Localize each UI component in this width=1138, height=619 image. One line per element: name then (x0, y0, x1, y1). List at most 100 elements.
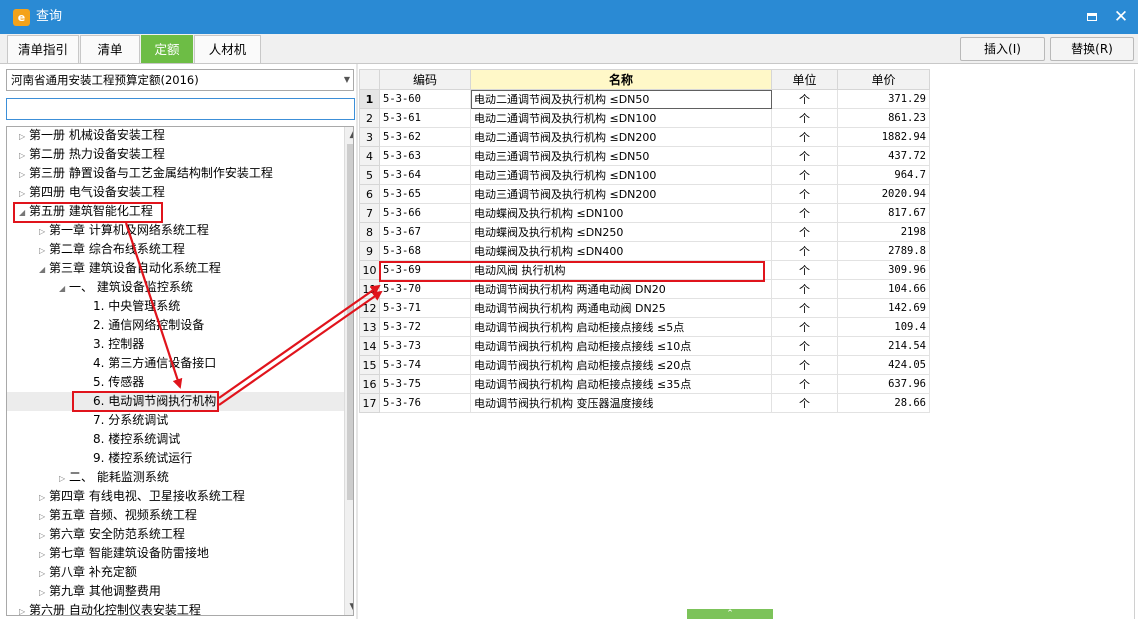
cell-code[interactable]: 5-3-76 (379, 393, 471, 413)
tree-node[interactable]: ▷ 第五章 音频、视频系统工程 (7, 506, 344, 525)
expand-triangle-icon[interactable]: ▷ (19, 127, 29, 146)
cell-name[interactable]: 电动调节阀执行机构 启动柜接点接线 ≤10点 (470, 336, 772, 356)
collapse-triangle-icon[interactable]: ◢ (59, 279, 69, 298)
table-row[interactable]: 6 5-3-65 电动三通调节阀及执行机构 ≤DN200 个 2020.94 (359, 184, 930, 204)
cell-price[interactable]: 214.54 (837, 336, 930, 356)
row-number[interactable]: 16 (359, 374, 380, 394)
cell-name[interactable]: 电动蝶阀及执行机构 ≤DN250 (470, 222, 772, 242)
row-number[interactable]: 13 (359, 317, 380, 337)
cell-code[interactable]: 5-3-62 (379, 127, 471, 147)
tab-quota[interactable]: 定额 (141, 35, 193, 63)
scroll-thumb[interactable] (347, 144, 353, 500)
cell-name[interactable]: 电动调节阀执行机构 两通电动阀 DN20 (470, 279, 772, 299)
tree-node[interactable]: ▷ 第一章 计算机及网络系统工程 (7, 221, 344, 240)
cell-name[interactable]: 电动二通调节阀及执行机构 ≤DN50 (470, 89, 772, 109)
tree-node[interactable]: ◢ 第五册 建筑智能化工程 (7, 202, 344, 221)
scroll-up-icon[interactable]: ▲ (345, 127, 353, 143)
cell-price[interactable]: 2198 (837, 222, 930, 242)
cell-code[interactable]: 5-3-73 (379, 336, 471, 356)
tree-node[interactable]: ▷ 第四册 电气设备安装工程 (7, 183, 344, 202)
cell-name[interactable]: 电动调节阀执行机构 变压器温度接线 (470, 393, 772, 413)
tree-node[interactable]: ▷ 第八章 补充定额 (7, 563, 344, 582)
cell-name[interactable]: 电动风阀 执行机构 (470, 260, 772, 280)
cell-unit[interactable]: 个 (771, 146, 838, 166)
cell-price[interactable]: 309.96 (837, 260, 930, 280)
insert-button[interactable]: 插入(I) (960, 37, 1045, 61)
tree-node[interactable]: ▷ 第四章 有线电视、卫星接收系统工程 (7, 487, 344, 506)
cell-unit[interactable]: 个 (771, 108, 838, 128)
cell-name[interactable]: 电动调节阀执行机构 启动柜接点接线 ≤5点 (470, 317, 772, 337)
cell-code[interactable]: 5-3-61 (379, 108, 471, 128)
tree-node[interactable]: ▷ 第六章 安全防范系统工程 (7, 525, 344, 544)
cell-name[interactable]: 电动调节阀执行机构 启动柜接点接线 ≤20点 (470, 355, 772, 375)
row-number[interactable]: 7 (359, 203, 380, 223)
collapse-triangle-icon[interactable]: ◢ (39, 260, 49, 279)
table-row[interactable]: 8 5-3-67 电动蝶阀及执行机构 ≤DN250 个 2198 (359, 222, 930, 242)
tree-node[interactable]: 4. 第三方通信设备接口 (7, 354, 344, 373)
cell-unit[interactable]: 个 (771, 336, 838, 356)
tree-node[interactable]: 6. 电动调节阀执行机构 (7, 392, 344, 411)
cell-unit[interactable]: 个 (771, 260, 838, 280)
cell-code[interactable]: 5-3-68 (379, 241, 471, 261)
tree-node[interactable]: 3. 控制器 (7, 335, 344, 354)
expand-triangle-icon[interactable]: ▷ (39, 583, 49, 602)
row-number[interactable]: 8 (359, 222, 380, 242)
cell-name[interactable]: 电动二通调节阀及执行机构 ≤DN100 (470, 108, 772, 128)
column-header-name[interactable]: 名称 (470, 69, 772, 90)
cell-unit[interactable]: 个 (771, 279, 838, 299)
cell-name[interactable]: 电动调节阀执行机构 两通电动阀 DN25 (470, 298, 772, 318)
tree-node[interactable]: 7. 分系统调试 (7, 411, 344, 430)
expand-triangle-icon[interactable]: ▷ (39, 526, 49, 545)
close-icon[interactable]: ✕ (1110, 6, 1132, 28)
expand-triangle-icon[interactable]: ▷ (39, 507, 49, 526)
tree-node[interactable]: 9. 楼控系统试运行 (7, 449, 344, 468)
expand-triangle-icon[interactable]: ▷ (19, 165, 29, 184)
column-header-code[interactable]: 编码 (379, 69, 471, 90)
expand-triangle-icon[interactable]: ▷ (39, 545, 49, 564)
table-row[interactable]: 9 5-3-68 电动蝶阀及执行机构 ≤DN400 个 2789.8 (359, 241, 930, 261)
cell-price[interactable]: 2789.8 (837, 241, 930, 261)
cell-unit[interactable]: 个 (771, 298, 838, 318)
column-header-price[interactable]: 单价 (837, 69, 930, 90)
table-row[interactable]: 15 5-3-74 电动调节阀执行机构 启动柜接点接线 ≤20点个 424.05 (359, 355, 930, 375)
tree-node[interactable]: ▷ 二、 能耗监测系统 (7, 468, 344, 487)
cell-code[interactable]: 5-3-69 (379, 260, 471, 280)
table-row[interactable]: 5 5-3-64 电动三通调节阀及执行机构 ≤DN100 个 964.7 (359, 165, 930, 185)
table-row[interactable]: 17 5-3-76 电动调节阀执行机构 变压器温度接线个 28.66 (359, 393, 930, 413)
row-number[interactable]: 10 (359, 260, 380, 280)
table-row[interactable]: 2 5-3-61 电动二通调节阀及执行机构 ≤DN100 个 861.23 (359, 108, 930, 128)
row-number[interactable]: 9 (359, 241, 380, 261)
expand-triangle-icon[interactable]: ▷ (59, 469, 69, 488)
tree-node[interactable]: 1. 中央管理系统 (7, 297, 344, 316)
cell-code[interactable]: 5-3-75 (379, 374, 471, 394)
cell-price[interactable]: 28.66 (837, 393, 930, 413)
tree-node[interactable]: ▷ 第三册 静置设备与工艺金属结构制作安装工程 (7, 164, 344, 183)
table-row[interactable]: 12 5-3-71 电动调节阀执行机构 两通电动阀 DN25 个 142.69 (359, 298, 930, 318)
cell-price[interactable]: 371.29 (837, 89, 930, 109)
cell-name[interactable]: 电动三通调节阀及执行机构 ≤DN50 (470, 146, 772, 166)
tree-node[interactable]: 2. 通信网络控制设备 (7, 316, 344, 335)
cell-unit[interactable]: 个 (771, 241, 838, 261)
expand-triangle-icon[interactable]: ▷ (19, 602, 29, 615)
row-number[interactable]: 12 (359, 298, 380, 318)
collapse-up-icon[interactable]: ⌃ (687, 609, 773, 619)
cell-name[interactable]: 电动蝶阀及执行机构 ≤DN400 (470, 241, 772, 261)
cell-code[interactable]: 5-3-70 (379, 279, 471, 299)
cell-unit[interactable]: 个 (771, 374, 838, 394)
expand-triangle-icon[interactable]: ▷ (39, 488, 49, 507)
tree-node[interactable]: ◢ 第三章 建筑设备自动化系统工程 (7, 259, 344, 278)
cell-unit[interactable]: 个 (771, 203, 838, 223)
row-number[interactable]: 3 (359, 127, 380, 147)
collapse-triangle-icon[interactable]: ◢ (19, 203, 29, 222)
cell-price[interactable]: 2020.94 (837, 184, 930, 204)
table-row[interactable]: 3 5-3-62 电动二通调节阀及执行机构 ≤DN200 个 1882.94 (359, 127, 930, 147)
row-number[interactable]: 6 (359, 184, 380, 204)
cell-unit[interactable]: 个 (771, 165, 838, 185)
tab-labor-material-machine[interactable]: 人材机 (194, 35, 261, 63)
cell-name[interactable]: 电动二通调节阀及执行机构 ≤DN200 (470, 127, 772, 147)
expand-triangle-icon[interactable]: ▷ (19, 146, 29, 165)
tree-node[interactable]: ▷ 第九章 其他调整费用 (7, 582, 344, 601)
tree-node[interactable]: ▷ 第七章 智能建筑设备防雷接地 (7, 544, 344, 563)
cell-code[interactable]: 5-3-74 (379, 355, 471, 375)
cell-unit[interactable]: 个 (771, 317, 838, 337)
